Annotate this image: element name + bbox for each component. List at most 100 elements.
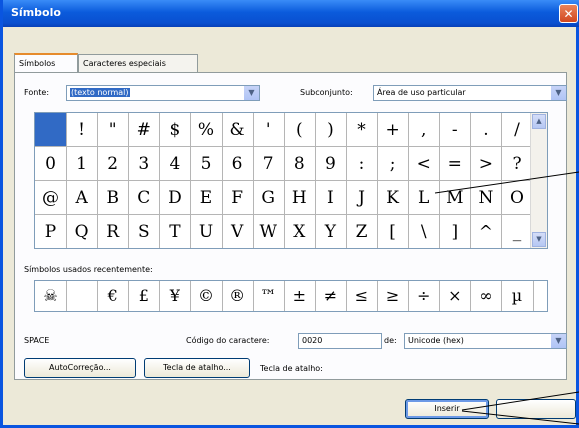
cancel-button[interactable] bbox=[496, 399, 576, 419]
recent-symbol[interactable]: ™ bbox=[253, 281, 285, 311]
recent-symbol[interactable]: ≥ bbox=[377, 281, 410, 311]
symbol-cell[interactable]: X bbox=[284, 215, 316, 248]
symbol-cell[interactable]: ' bbox=[252, 113, 285, 147]
recent-symbol[interactable]: € bbox=[97, 281, 130, 311]
chevron-down-icon[interactable]: ▼ bbox=[243, 86, 259, 100]
recent-symbols[interactable]: ☠ € £ ¥ © ® ™ ± ≠ ≤ ≥ ÷ × ∞ µ bbox=[34, 280, 548, 312]
symbol-cell[interactable]: I bbox=[314, 181, 347, 215]
recent-symbol[interactable]: ¥ bbox=[159, 281, 192, 311]
insert-button[interactable]: Inserir bbox=[405, 399, 489, 419]
autocorrect-button[interactable]: AutoCorreção... bbox=[24, 358, 136, 378]
subset-select[interactable]: Área de uso particular ▼ bbox=[373, 85, 567, 101]
font-select[interactable]: (texto normal) ▼ bbox=[66, 85, 260, 101]
symbol-cell[interactable]: 1 bbox=[66, 147, 99, 181]
symbol-cell[interactable]: 9 bbox=[314, 147, 347, 181]
symbol-cell[interactable]: K bbox=[377, 181, 410, 215]
symbol-cell[interactable]: O bbox=[501, 181, 534, 215]
tab-simbolos[interactable]: Símbolos bbox=[14, 53, 78, 73]
symbol-cell[interactable]: J bbox=[346, 181, 378, 215]
recent-symbol[interactable]: ÷ bbox=[408, 281, 441, 311]
symbol-cell[interactable]: & bbox=[221, 113, 254, 147]
symbol-cell[interactable]: 0 bbox=[35, 147, 67, 181]
recent-symbol[interactable]: µ bbox=[502, 281, 534, 311]
recent-symbol[interactable]: © bbox=[191, 281, 223, 311]
recent-symbol[interactable]: ® bbox=[222, 281, 254, 311]
symbol-cell[interactable] bbox=[35, 113, 67, 147]
symbol-cell[interactable]: [ bbox=[377, 215, 410, 248]
symbol-cell[interactable]: U bbox=[191, 215, 223, 248]
symbol-cell[interactable]: = bbox=[439, 147, 472, 181]
symbol-cell[interactable]: ) bbox=[314, 113, 347, 147]
symbol-cell[interactable]: B bbox=[97, 181, 130, 215]
symbol-cell[interactable]: S bbox=[128, 215, 161, 248]
symbol-cell[interactable]: # bbox=[128, 113, 161, 147]
symbol-cell[interactable]: / bbox=[501, 113, 534, 147]
symbol-cell[interactable]: F bbox=[221, 181, 254, 215]
symbol-cell[interactable]: < bbox=[408, 147, 441, 181]
close-icon[interactable]: ✕ bbox=[559, 4, 578, 23]
symbol-cell[interactable]: 3 bbox=[128, 147, 161, 181]
symbol-cell[interactable]: % bbox=[190, 113, 223, 147]
recent-symbol[interactable] bbox=[66, 281, 99, 311]
symbol-cell[interactable]: $ bbox=[159, 113, 192, 147]
symbol-cell[interactable]: - bbox=[439, 113, 472, 147]
symbol-cell[interactable]: , bbox=[408, 113, 441, 147]
symbol-cell[interactable]: M bbox=[439, 181, 472, 215]
symbol-cell[interactable]: ] bbox=[439, 215, 472, 248]
symbol-cell[interactable]: ^ bbox=[470, 215, 503, 248]
grid-scrollbar[interactable]: ▲ ▼ bbox=[530, 113, 547, 248]
symbol-cell[interactable]: C bbox=[128, 181, 161, 215]
symbol-cell[interactable]: H bbox=[283, 181, 316, 215]
symbol-cell[interactable]: \ bbox=[408, 215, 441, 248]
symbol-cell[interactable]: ; bbox=[377, 147, 410, 181]
symbol-cell[interactable]: " bbox=[97, 113, 130, 147]
symbol-cell[interactable]: V bbox=[222, 215, 254, 248]
symbol-cell[interactable]: L bbox=[408, 181, 441, 215]
from-select[interactable]: Unicode (hex) ▼ bbox=[404, 333, 567, 349]
symbol-cell[interactable]: : bbox=[346, 147, 378, 181]
symbol-cell[interactable]: D bbox=[159, 181, 192, 215]
symbol-cell[interactable]: ? bbox=[501, 147, 534, 181]
symbol-cell[interactable]: E bbox=[190, 181, 223, 215]
symbol-cell[interactable]: ! bbox=[66, 113, 99, 147]
char-code-input[interactable]: 0020 bbox=[298, 333, 382, 349]
symbol-cell[interactable]: R bbox=[97, 215, 130, 248]
symbol-cell[interactable]: 6 bbox=[221, 147, 254, 181]
symbol-cell[interactable]: 5 bbox=[190, 147, 223, 181]
symbol-cell[interactable]: N bbox=[470, 181, 503, 215]
symbol-cell[interactable]: 7 bbox=[252, 147, 285, 181]
symbol-cell[interactable]: 2 bbox=[97, 147, 130, 181]
symbol-cell[interactable]: + bbox=[377, 113, 410, 147]
symbol-cell[interactable]: Q bbox=[66, 215, 99, 248]
recent-symbol[interactable]: £ bbox=[128, 281, 161, 311]
recent-symbol[interactable]: ≤ bbox=[346, 281, 378, 311]
recent-symbol[interactable]: × bbox=[439, 281, 472, 311]
symbol-grid[interactable]: _ ^] \[Z Y X W V U T S R Q P O N M L K J I H G F E D C B A @? > = <;:9 8… bbox=[34, 112, 548, 249]
chevron-down-icon[interactable]: ▼ bbox=[550, 334, 566, 348]
arrow-down-icon[interactable]: ▼ bbox=[532, 232, 546, 247]
symbol-cell[interactable]: _ bbox=[502, 215, 534, 248]
arrow-up-icon[interactable]: ▲ bbox=[532, 114, 546, 129]
tab-caracteres-especiais[interactable]: Caracteres especiais bbox=[78, 54, 198, 72]
symbol-cell[interactable]: T bbox=[159, 215, 192, 248]
shortcut-key-button[interactable]: Tecla de atalho... bbox=[144, 358, 250, 378]
title-bar[interactable]: Símbolo ✕ bbox=[3, 0, 579, 27]
symbol-cell[interactable]: . bbox=[470, 113, 503, 147]
symbol-cell[interactable]: P bbox=[35, 215, 67, 248]
symbol-cell[interactable]: Y bbox=[315, 215, 347, 248]
symbol-cell[interactable]: G bbox=[252, 181, 285, 215]
symbol-cell[interactable]: Z bbox=[346, 215, 378, 248]
recent-symbol[interactable]: ∞ bbox=[470, 281, 503, 311]
symbol-cell[interactable]: A bbox=[66, 181, 99, 215]
symbol-cell[interactable]: > bbox=[470, 147, 503, 181]
symbol-cell[interactable]: ( bbox=[283, 113, 316, 147]
recent-symbol[interactable]: ≠ bbox=[315, 281, 347, 311]
recent-symbol[interactable]: ☠ bbox=[35, 281, 67, 311]
chevron-down-icon[interactable]: ▼ bbox=[550, 86, 566, 100]
recent-symbol[interactable]: ± bbox=[284, 281, 316, 311]
symbol-cell[interactable]: @ bbox=[35, 181, 67, 215]
symbol-cell[interactable]: * bbox=[346, 113, 378, 147]
symbol-cell[interactable]: 8 bbox=[283, 147, 316, 181]
symbol-cell[interactable]: 4 bbox=[159, 147, 192, 181]
symbol-cell[interactable]: W bbox=[253, 215, 285, 248]
